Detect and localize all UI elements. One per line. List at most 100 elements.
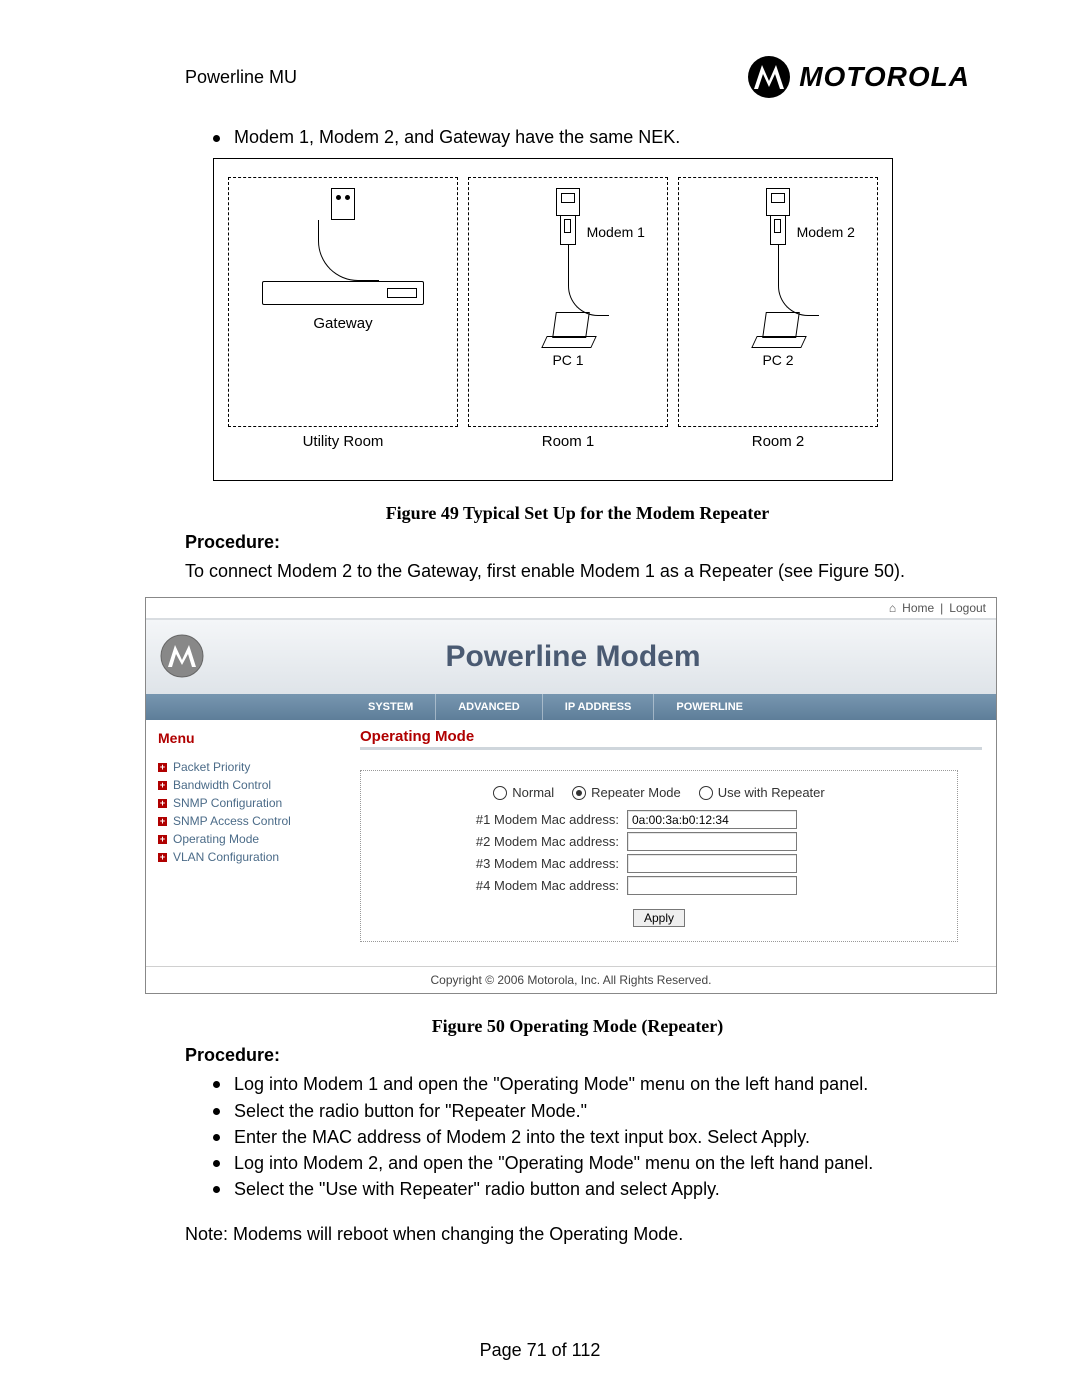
step-text: Log into Modem 2, and open the "Operatin…: [234, 1151, 873, 1175]
pc1-label: PC 1: [552, 352, 583, 368]
radio-icon: [699, 786, 713, 800]
step-text: Select the "Use with Repeater" radio but…: [234, 1179, 720, 1199]
sidebar-item-bandwidth-control[interactable]: + Bandwidth Control: [146, 776, 346, 794]
logout-link[interactable]: Logout: [949, 601, 986, 615]
room2-caption: Room 2: [678, 433, 878, 450]
expand-icon: +: [158, 799, 167, 808]
modem2-outlet-icon: [766, 188, 790, 216]
home-link[interactable]: Home: [902, 601, 934, 615]
bullet-icon: [213, 1160, 220, 1167]
mac1-input[interactable]: [627, 810, 797, 829]
sidebar-item-snmp-configuration[interactable]: + SNMP Configuration: [146, 794, 346, 812]
step-text: Log into Modem 1 and open the "Operating…: [234, 1072, 868, 1096]
list-item: Enter the MAC address of Modem 2 into th…: [213, 1125, 970, 1149]
sidebar-item-label: Bandwidth Control: [173, 778, 271, 792]
mac2-input[interactable]: [627, 832, 797, 851]
expand-icon: +: [158, 817, 167, 826]
figure-49-diagram: Gateway Modem 1 PC 1 Modem 2: [213, 158, 893, 481]
expand-icon: +: [158, 835, 167, 844]
nav-advanced[interactable]: ADVANCED: [435, 694, 542, 720]
pc1-icon: [540, 312, 596, 348]
motorola-logo-icon: [747, 55, 791, 99]
mac4-input[interactable]: [627, 876, 797, 895]
step-text: Enter the MAC address of Modem 2 into th…: [234, 1127, 810, 1147]
modem1-outlet-icon: [556, 188, 580, 216]
modem1-label: Modem 1: [587, 224, 645, 240]
power-outlet-icon: [331, 188, 355, 220]
sidebar-item-operating-mode[interactable]: + Operating Mode: [146, 830, 346, 848]
nav-ipaddress[interactable]: IP ADDRESS: [542, 694, 654, 720]
brand: MOTOROLA: [747, 55, 970, 99]
mac4-label: #4 Modem Mac address:: [449, 878, 619, 893]
list-item: Select the radio button for "Repeater Mo…: [213, 1099, 970, 1123]
room1-box: Modem 1 PC 1: [468, 177, 668, 427]
modem1-icon: [560, 216, 576, 245]
figure-50-caption: Figure 50 Operating Mode (Repeater): [185, 1016, 970, 1037]
sidebar-item-label: SNMP Configuration: [173, 796, 282, 810]
procedure-intro: To connect Modem 2 to the Gateway, first…: [185, 559, 970, 583]
operating-mode-panel: Normal Repeater Mode Use with Repeater #…: [360, 770, 958, 942]
menu-heading: Menu: [146, 720, 346, 758]
content-title: Operating Mode: [360, 728, 474, 750]
sidebar-item-label: Packet Priority: [173, 760, 250, 774]
mac3-label: #3 Modem Mac address:: [449, 856, 619, 871]
radio-label: Normal: [512, 785, 554, 800]
bullet-icon: [213, 1081, 220, 1088]
radio-repeater-mode[interactable]: Repeater Mode: [572, 785, 681, 800]
radio-icon: [572, 786, 586, 800]
motorola-m-icon: [160, 634, 204, 681]
intro-bullet: Modem 1, Modem 2, and Gateway have the s…: [234, 127, 680, 148]
nav-powerline[interactable]: POWERLINE: [653, 694, 765, 720]
mac2-label: #2 Modem Mac address:: [449, 834, 619, 849]
brand-text: MOTOROLA: [799, 61, 970, 93]
procedure-steps: Log into Modem 1 and open the "Operating…: [213, 1072, 970, 1201]
sidebar-item-label: VLAN Configuration: [173, 850, 279, 864]
bullet-icon: [213, 1108, 220, 1115]
nav-bar: SYSTEM ADVANCED IP ADDRESS POWERLINE: [146, 694, 996, 720]
nav-system[interactable]: SYSTEM: [346, 694, 435, 720]
sidebar-item-packet-priority[interactable]: + Packet Priority: [146, 758, 346, 776]
apply-button[interactable]: Apply: [633, 909, 685, 927]
expand-icon: +: [158, 853, 167, 862]
pc2-icon: [750, 312, 806, 348]
utility-room-box: Gateway: [228, 177, 458, 427]
sidebar-item-label: Operating Mode: [173, 832, 259, 846]
bullet-icon: [213, 1134, 220, 1141]
expand-icon: +: [158, 781, 167, 790]
sidebar-item-label: SNMP Access Control: [173, 814, 291, 828]
sidebar-item-snmp-access-control[interactable]: + SNMP Access Control: [146, 812, 346, 830]
doc-title: Powerline MU: [185, 67, 297, 88]
radio-label: Repeater Mode: [591, 785, 681, 800]
gateway-icon: [262, 281, 424, 305]
list-item: Log into Modem 2, and open the "Operatin…: [213, 1151, 970, 1175]
figure-50-screenshot: ⌂ Home | Logout Powerline Modem SYSTEM A…: [145, 597, 997, 994]
mac3-input[interactable]: [627, 854, 797, 873]
room2-box: Modem 2 PC 2: [678, 177, 878, 427]
modem2-icon: [770, 216, 786, 245]
bullet-icon: [213, 135, 220, 142]
list-item: Select the "Use with Repeater" radio but…: [213, 1177, 970, 1201]
top-divider: |: [940, 601, 943, 615]
bullet-icon: [213, 1186, 220, 1193]
expand-icon: +: [158, 763, 167, 772]
radio-label: Use with Repeater: [718, 785, 825, 800]
radio-icon: [493, 786, 507, 800]
procedure-heading-1: Procedure:: [185, 532, 970, 553]
list-item: Log into Modem 1 and open the "Operating…: [213, 1072, 970, 1096]
screenshot-footer: Copyright © 2006 Motorola, Inc. All Righ…: [146, 966, 996, 993]
mac1-label: #1 Modem Mac address:: [449, 812, 619, 827]
step-text: Select the radio button for "Repeater Mo…: [234, 1099, 587, 1123]
radio-normal[interactable]: Normal: [493, 785, 554, 800]
pc2-label: PC 2: [762, 352, 793, 368]
banner-title: Powerline Modem: [224, 640, 982, 674]
procedure-heading-2: Procedure:: [185, 1045, 970, 1066]
page-number: Page 71 of 112: [0, 1340, 1080, 1361]
radio-use-with-repeater[interactable]: Use with Repeater: [699, 785, 825, 800]
sidebar-item-vlan-configuration[interactable]: + VLAN Configuration: [146, 848, 346, 866]
modem2-label: Modem 2: [797, 224, 855, 240]
gateway-label: Gateway: [313, 315, 372, 332]
room1-caption: Room 1: [468, 433, 668, 450]
utility-caption: Utility Room: [228, 433, 458, 450]
note-text: Note: Modems will reboot when changing t…: [185, 1224, 970, 1245]
home-icon: ⌂: [889, 601, 896, 615]
